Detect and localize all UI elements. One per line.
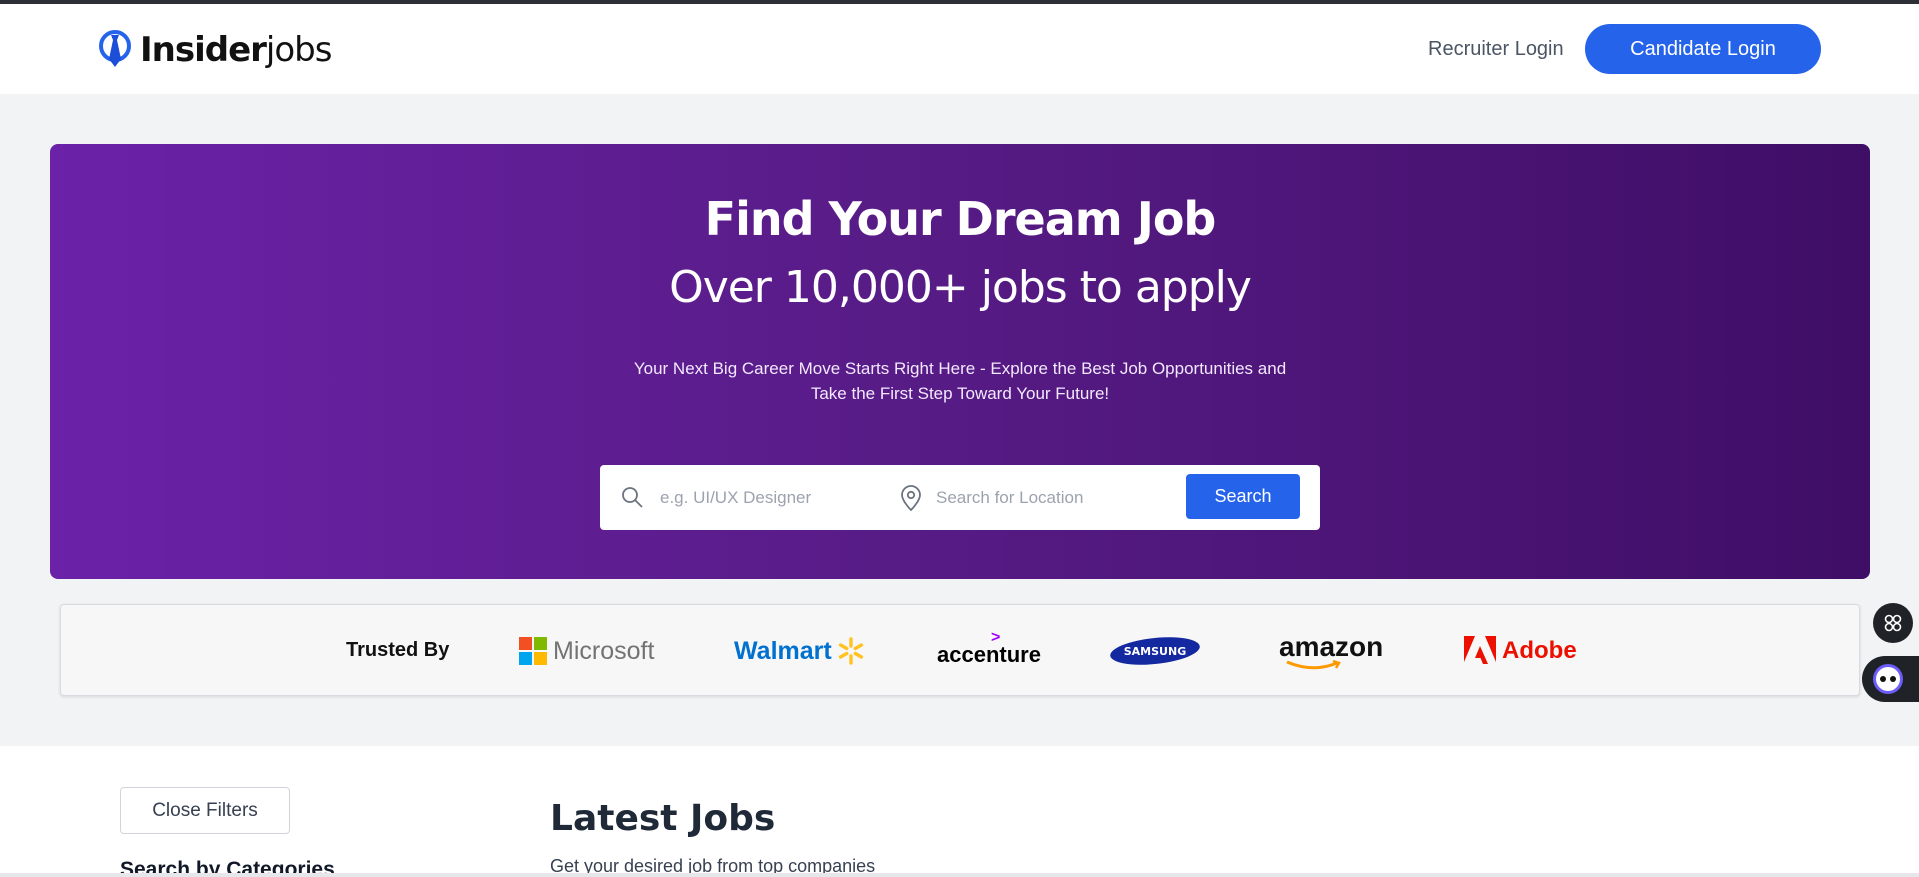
location-pin-icon [901,485,921,512]
job-title-input[interactable] [660,483,870,513]
location-input[interactable] [936,483,1156,513]
trusted-by-label: Trusted By [346,639,450,661]
microsoft-grid-icon [519,637,547,665]
hero-description-line1: Your Next Big Career Move Starts Right H… [633,359,1287,378]
adobe-wordmark: Adobe [1502,637,1577,664]
samsung-wordmark: SAMSUNG [1124,645,1186,658]
adobe-a-icon [1464,636,1496,664]
walmart-logo: Walmart [734,631,866,671]
assistant-face-icon [1873,664,1903,694]
hero-description: Your Next Big Career Move Starts Right H… [610,356,1310,406]
hero-title: Find Your Dream Job [704,192,1217,246]
bottom-border [0,873,1919,877]
brand-logo[interactable]: Insiderjobs [98,28,332,72]
close-filters-button[interactable]: Close Filters [120,787,290,834]
search-button[interactable]: Search [1186,474,1300,519]
hero-subtitle: Over 10,000+ jobs to apply [669,262,1252,313]
samsung-ellipse-icon: SAMSUNG [1110,637,1200,665]
hero-banner: Find Your Dream Job Over 10,000+ jobs to… [50,144,1870,579]
candidate-login-button[interactable]: Candidate Login [1585,24,1821,74]
samsung-logo: SAMSUNG [1109,631,1201,671]
walmart-spark-icon [838,637,863,665]
accenture-logo: > accenture [937,629,1041,671]
microsoft-wordmark: Microsoft [553,636,655,665]
adobe-logo: Adobe [1464,631,1577,671]
job-search-bar: Search [600,465,1320,530]
tie-logo-icon [99,30,131,67]
accenture-wordmark: accenture [937,642,1041,667]
floating-widget-button[interactable] [1873,603,1913,643]
trusted-by-strip: Trusted By Microsoft Walmart > accenture [60,604,1860,696]
microsoft-logo: Microsoft [519,631,654,671]
walmart-wordmark: Walmart [734,636,832,665]
chat-assistant-button[interactable] [1862,656,1919,702]
recruiter-login-link[interactable]: Recruiter Login [1428,38,1564,61]
brand-name: Insiderjobs [140,30,332,70]
hero-description-line2: Take the First Step Toward Your Future! [810,384,1110,403]
site-header: Insiderjobs Recruiter Login Candidate Lo… [0,4,1919,94]
amazon-logo: amazon [1279,631,1383,671]
search-icon [622,487,643,508]
latest-jobs-title: Latest Jobs [550,798,776,839]
amazon-smile-icon [1286,659,1341,670]
grid-widget-icon [1884,614,1902,632]
jobs-section: Close Filters Search by Categories Lates… [0,746,1919,877]
